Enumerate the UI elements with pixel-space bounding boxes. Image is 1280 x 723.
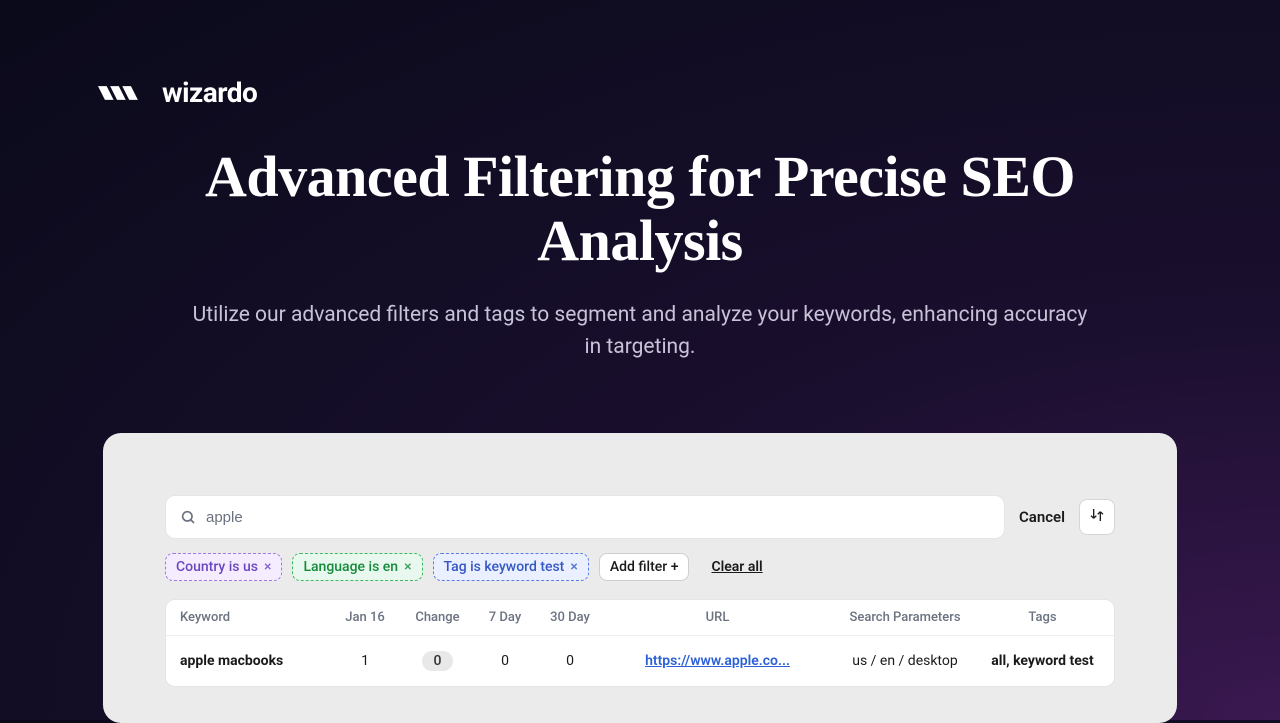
chip-label: Tag is keyword test [444,559,565,575]
close-icon[interactable]: × [264,559,271,575]
url-link[interactable]: https://www.apple.co... [645,653,790,669]
search-input[interactable] [206,509,990,526]
search-row: Cancel [165,495,1115,539]
close-icon[interactable]: × [570,559,577,575]
th-change: Change [400,610,475,625]
th-actions: Actions [1105,610,1115,625]
search-box[interactable] [165,495,1005,539]
brand-name: wizardo [162,76,257,109]
cell-change: 0 [400,651,475,671]
search-icon [180,509,196,525]
th-params: Search Parameters [830,610,980,625]
cell-7day: 0 [475,653,535,669]
cell-tags: all, keyword test [980,653,1105,669]
th-30day: 30 Day [535,610,605,625]
filter-chip-language[interactable]: Language is en × [292,553,422,581]
hero-title: Advanced Filtering for Precise SEO Analy… [190,145,1090,273]
cell-30day: 0 [535,653,605,669]
th-tags: Tags [980,610,1105,625]
filter-chip-country[interactable]: Country is us × [165,553,282,581]
th-7day: 7 Day [475,610,535,625]
cell-url: https://www.apple.co... [605,653,830,669]
add-filter-button[interactable]: Add filter + [599,553,690,581]
th-date: Jan 16 [330,610,400,625]
close-icon[interactable]: × [404,559,411,575]
cell-keyword: apple macbooks [180,653,330,669]
th-url: URL [605,610,830,625]
filter-chip-tag[interactable]: Tag is keyword test × [433,553,589,581]
keyword-table: Keyword Jan 16 Change 7 Day 30 Day URL S… [165,599,1115,687]
brand-logo: wizardo [98,76,257,109]
table-row: apple macbooks 1 0 0 0 https://www.apple… [166,636,1114,686]
table-header: Keyword Jan 16 Change 7 Day 30 Day URL S… [166,600,1114,636]
cancel-button[interactable]: Cancel [1015,508,1069,526]
th-keyword: Keyword [180,610,330,625]
chip-label: Language is en [303,559,398,575]
sort-button[interactable] [1079,499,1115,535]
sort-icon [1089,507,1105,527]
clear-all-button[interactable]: Clear all [711,559,762,575]
hero: Advanced Filtering for Precise SEO Analy… [190,145,1090,364]
change-badge: 0 [422,651,454,671]
cell-actions [1105,650,1115,672]
cell-date: 1 [330,653,400,669]
chip-label: Country is us [176,559,258,575]
filter-row: Country is us × Language is en × Tag is … [165,553,1115,581]
logo-icon [98,79,150,107]
app-panel: Cancel Country is us × Language is en × … [103,433,1177,723]
cell-params: us / en / desktop [830,653,980,669]
hero-subtitle: Utilize our advanced filters and tags to… [190,299,1090,364]
